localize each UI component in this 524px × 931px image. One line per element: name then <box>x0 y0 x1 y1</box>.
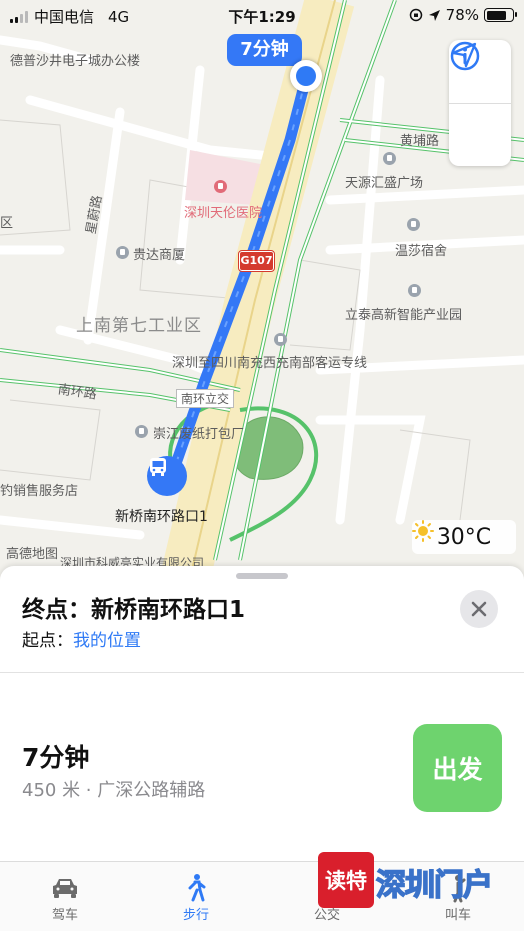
poi-district: 上南第七工业区 <box>76 316 202 336</box>
close-icon <box>471 601 487 617</box>
map-view[interactable]: 德普沙井电子城办公楼 区 星蔚路 深圳天伦医院 贵达商厦 天源汇盛广场 黄埔路 … <box>0 0 524 600</box>
weather-temperature: 30°C <box>436 524 492 550</box>
bus-icon <box>150 458 166 476</box>
hospital-icon <box>214 180 227 193</box>
tab-label: 驾车 <box>51 908 78 923</box>
poi-road-qu: 区 <box>0 216 14 231</box>
location-arrow-icon <box>451 42 477 68</box>
origin-link[interactable]: 我的位置 <box>73 631 141 651</box>
tab-drive[interactable]: 驾车 <box>25 872 105 923</box>
destination-title: 终点：新桥南环路口1 <box>22 590 245 624</box>
poi-tianyuan[interactable]: 天源汇盛广场 <box>345 172 423 191</box>
watermark-badge: 读特 <box>318 852 374 908</box>
car-icon <box>53 879 77 898</box>
battery-icon <box>484 8 517 22</box>
location-services-icon <box>428 9 440 21</box>
poi-interchange[interactable]: 南环立交 <box>176 389 235 408</box>
sun-icon <box>412 520 434 542</box>
battery-percent: 78% <box>445 6 479 24</box>
sheet-grabber[interactable] <box>236 573 288 579</box>
bus-stop-marker[interactable] <box>147 456 187 496</box>
route-duration: 7分钟 <box>22 743 90 772</box>
bus-station-icon <box>274 333 287 346</box>
screen: 德普沙井电子城办公楼 区 星蔚路 深圳天伦医院 贵达商厦 天源汇盛广场 黄埔路 … <box>0 0 524 931</box>
building-icon <box>135 425 148 438</box>
poi-desheng[interactable]: 德普沙井电子城办公楼 <box>10 50 140 69</box>
tab-label: 叫车 <box>444 908 471 923</box>
poi-road-huangpu: 黄埔路 <box>400 134 440 149</box>
destination-prefix: 终点： <box>22 597 91 623</box>
map-attribution: 高德地图 <box>6 547 59 562</box>
tab-label: 公交 <box>313 908 340 923</box>
origin-prefix: 起点： <box>22 631 73 651</box>
poi-destination[interactable]: 新桥南环路口1 <box>115 506 208 526</box>
origin-line: 起点：我的位置 <box>22 626 141 651</box>
eta-pill: 7分钟 <box>227 34 302 66</box>
poi-bus-line[interactable]: 深圳至四川南充西充南部客运专线 <box>172 352 367 371</box>
poi-litai[interactable]: 立泰高新智能产业园 <box>345 304 462 323</box>
poi-wensha[interactable]: 温莎宿舍 <box>395 240 447 259</box>
map-canvas[interactable] <box>0 0 524 600</box>
poi-sales[interactable]: 钓销售服务店 <box>0 480 78 499</box>
go-button[interactable]: 出发 <box>413 724 502 812</box>
route-sheet: 终点：新桥南环路口1 起点：我的位置 7分钟 450 米 · 广深公路辅路 出发 <box>0 566 524 861</box>
building-icon <box>407 218 420 231</box>
watermark-logo: 读特 深圳门户 <box>318 852 498 908</box>
tab-walk[interactable]: 步行 <box>156 872 236 923</box>
weather-badge: 30°C <box>412 520 516 554</box>
building-icon <box>116 246 129 259</box>
poi-recycling[interactable]: 崇江废纸打包厂 <box>153 423 244 442</box>
building-icon <box>383 152 396 165</box>
route-detail: 450 米 · 广深公路辅路 <box>22 780 206 801</box>
poi-guida[interactable]: 贵达商厦 <box>133 244 185 263</box>
building-icon <box>408 284 421 297</box>
sheet-divider <box>0 672 524 673</box>
watermark-text: 深圳门户 <box>375 867 494 904</box>
road-shield-g107: G107 <box>238 250 275 272</box>
rotation-lock-icon <box>409 8 422 22</box>
current-location-marker <box>290 60 322 92</box>
close-button[interactable] <box>460 590 498 628</box>
status-bar: 中国电信 4G 下午1:29 78% <box>0 0 524 30</box>
poi-hospital[interactable]: 深圳天伦医院 <box>184 202 262 221</box>
tab-label: 步行 <box>182 908 209 923</box>
walk-icon <box>188 874 206 902</box>
destination-name: 新桥南环路口1 <box>91 597 246 623</box>
locate-button[interactable] <box>449 42 511 167</box>
map-controls <box>449 40 511 166</box>
